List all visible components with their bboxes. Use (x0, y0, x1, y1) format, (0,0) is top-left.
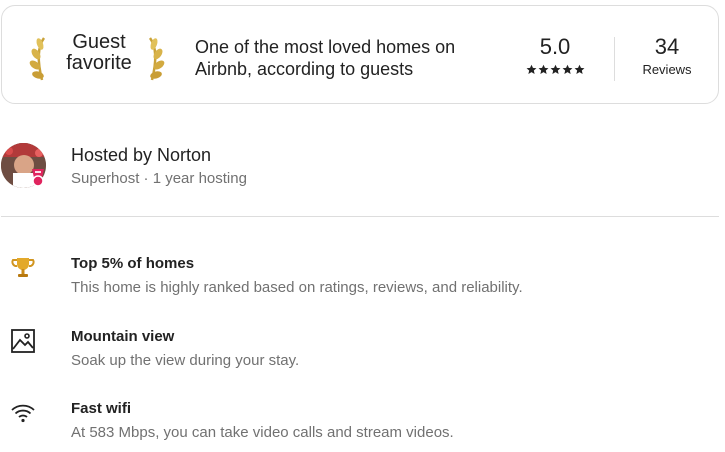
mountain-view-icon (11, 329, 35, 353)
feature-description: Soak up the view during your stay. (71, 352, 300, 369)
reviews-link[interactable]: 34 Reviews (627, 34, 707, 78)
feature-top-homes: Top 5% of homes This home is highly rank… (0, 255, 725, 305)
star-icon (550, 64, 560, 74)
star-icon (538, 64, 548, 74)
host-name: Hosted by Norton (71, 145, 212, 165)
guest-favorite-description: One of the most loved homes on Airbnb, a… (195, 37, 456, 79)
feature-mountain-view: Mountain view Soak up the view during yo… (0, 328, 725, 378)
reviews-label: Reviews (642, 62, 692, 77)
feature-title: Fast wifi (71, 400, 132, 417)
feature-title: Mountain view (71, 328, 175, 345)
feature-title: Top 5% of homes (71, 255, 195, 272)
host-section: Hosted by Norton Superhost · 1 year host… (0, 140, 725, 192)
rating-divider (614, 37, 615, 81)
laurel-left-icon (29, 37, 46, 81)
reviews-count: 34 (654, 34, 680, 59)
host-subtitle: Superhost · 1 year hosting (71, 170, 247, 187)
star-rating (518, 64, 592, 75)
wifi-icon (11, 404, 35, 423)
feature-description: At 583 Mbps, you can take video calls an… (71, 424, 454, 441)
star-icon (526, 64, 536, 74)
rating-block: 5.0 (518, 34, 592, 75)
star-icon (562, 64, 572, 74)
feature-fast-wifi: Fast wifi At 583 Mbps, you can take vide… (0, 400, 725, 450)
superhost-badge-icon (32, 169, 44, 187)
section-divider (1, 216, 719, 217)
star-icon (574, 64, 584, 74)
guest-favorite-card[interactable]: Guest favorite One of the most loved hom… (1, 5, 719, 104)
trophy-icon (11, 258, 35, 277)
rating-value: 5.0 (539, 34, 571, 59)
guest-favorite-title: Guest favorite (66, 31, 132, 74)
feature-description: This home is highly ranked based on rati… (71, 279, 523, 296)
laurel-right-icon (148, 37, 165, 81)
